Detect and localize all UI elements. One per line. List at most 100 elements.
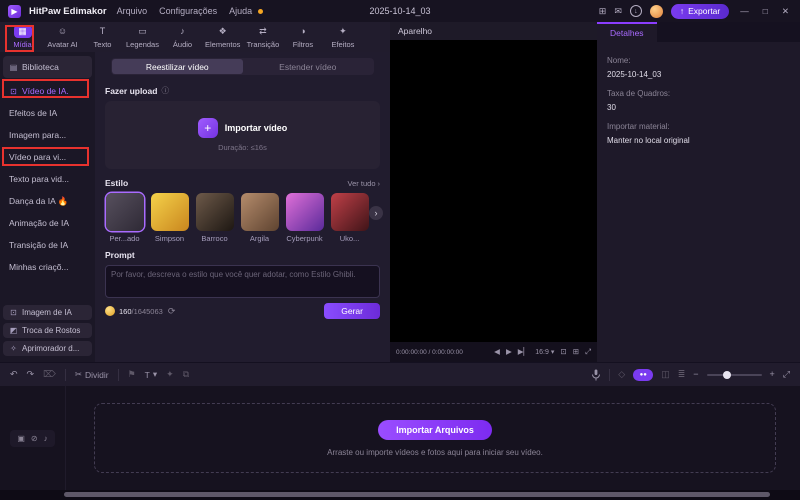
split-button[interactable]: ✂ Dividir (75, 369, 109, 380)
fit-timeline-icon[interactable]: ⤢ (783, 370, 790, 379)
tab-estender-video[interactable]: Estender vídeo (243, 59, 374, 74)
zoom-slider-knob[interactable] (723, 370, 732, 379)
import-files-button[interactable]: Importar Arquivos (378, 419, 492, 440)
timeline-dropzone[interactable]: Importar Arquivos Arraste ou importe víd… (94, 403, 776, 473)
mode-tabs: Reestilizar vídeo Estender vídeo (111, 58, 374, 75)
maximize-button[interactable]: □ (760, 6, 771, 16)
zoom-out-icon[interactable]: − (693, 370, 698, 379)
style-thumbnail (285, 193, 324, 231)
scrollbar-thumb[interactable] (64, 492, 770, 497)
style-thumbnail (330, 193, 369, 231)
feedback-icon[interactable]: ✉ (614, 6, 622, 16)
track-audio-icon[interactable]: ♪ (44, 434, 48, 443)
chevron-down-icon: ▾ (550, 349, 555, 356)
close-button[interactable]: ✕ (779, 6, 792, 17)
layout-grid-icon[interactable]: ⊞ (599, 6, 607, 16)
audio-view-toggle[interactable]: ●● (633, 368, 654, 381)
text-icon: T (99, 26, 106, 36)
tab-detalhes[interactable]: Detalhes (597, 22, 657, 42)
tab-efeitos[interactable]: ✦ Efeitos (323, 23, 362, 51)
tab-transicao[interactable]: ⇄ Transição (243, 23, 282, 51)
tab-audio[interactable]: ♪ Áudio (163, 23, 202, 51)
timeline-zoom-slider[interactable] (706, 370, 762, 379)
ai-video-icon: ⊡ (10, 86, 17, 96)
import-video-plus-icon[interactable]: + (197, 118, 218, 138)
sidebar-item-video-de-ia[interactable]: ⊡ Vídeo de IA. (3, 80, 92, 102)
details-panel: Detalhes Nome: 2025-10-14_03 Taxa de Qua… (597, 22, 800, 362)
minimize-button[interactable]: — (737, 6, 752, 16)
tab-reestilizar-video[interactable]: Reestilizar vídeo (112, 59, 243, 74)
menu-ajuda[interactable]: Ajuda (227, 6, 254, 16)
previous-frame-icon[interactable]: ◀ (494, 348, 500, 356)
track-mute-icon[interactable]: ⊘ (31, 434, 38, 443)
marker-icon[interactable]: ⚑ (128, 370, 136, 379)
delete-icon[interactable]: ⌦ (43, 370, 56, 379)
next-frame-icon[interactable]: ▶▏ (518, 348, 530, 356)
microphone-icon[interactable] (591, 369, 601, 381)
track-record-icon[interactable]: ▣ (17, 434, 25, 443)
track-header-column: ▣ ⊘ ♪ (0, 386, 66, 490)
text-tool-button[interactable]: T ▾ (145, 369, 157, 380)
tab-avatar-ai[interactable]: ☺ Avatar AI (43, 23, 82, 51)
zoom-in-icon[interactable]: + (770, 370, 775, 379)
chevron-right-icon: › (377, 178, 381, 188)
info-icon[interactable]: ⓘ (161, 85, 169, 96)
user-avatar[interactable] (649, 4, 663, 18)
style-item-argila[interactable]: Argila (240, 193, 279, 243)
style-item-simpson[interactable]: Simpson (150, 193, 189, 243)
sidebar-item-minhas-criacoes[interactable]: Minhas criaçõ... (3, 256, 92, 278)
chevron-down-icon: ▾ (152, 369, 158, 379)
tab-legendas[interactable]: ▭ Legendas (123, 23, 162, 51)
crop-tool-icon[interactable]: ⧉ (183, 370, 189, 379)
aspect-ratio-select[interactable]: 16:9 ▾ (535, 348, 555, 357)
audio-icon: ♪ (180, 26, 185, 36)
sidebar-item-animacao-de-ia[interactable]: Animação de IA (3, 212, 92, 234)
download-icon[interactable]: ↓ (629, 5, 642, 17)
menu-configuracoes[interactable]: Configurações (157, 6, 219, 16)
see-all-link[interactable]: Ver tudo › (348, 179, 380, 188)
sidebar-item-texto-para-video[interactable]: Texto para vid... (3, 168, 92, 190)
style-item-personalizado[interactable]: Per...ado (105, 193, 144, 243)
play-icon[interactable]: ▶ (506, 348, 512, 356)
sidebar-item-danca-da-ia[interactable]: Dança da IA 🔥 (3, 190, 92, 212)
generate-button[interactable]: Gerar (324, 303, 380, 319)
snapshot-icon[interactable]: ⊡ (560, 348, 566, 356)
tab-elementos[interactable]: ❖ Elementos (203, 23, 242, 51)
style-item-ukiyo[interactable]: Uko... (330, 193, 369, 243)
import-video-label: Importar vídeo (224, 123, 288, 133)
export-button[interactable]: ↑ Exportar (670, 3, 730, 19)
prompt-input[interactable] (105, 265, 380, 298)
style-gallery: Per...ado Simpson Barroco Argila Cyberpu… (105, 193, 383, 243)
menu-arquivo[interactable]: Arquivo (115, 6, 150, 16)
sidebar-item-imagem-para[interactable]: Imagem para... (3, 124, 92, 146)
app-logo-icon: ▶ (8, 4, 21, 18)
timeline: ▣ ⊘ ♪ Importar Arquivos Arraste ou impor… (0, 386, 800, 490)
sidebar-item-video-para-video[interactable]: Vídeo para vi... (3, 146, 92, 168)
coin-icon (105, 306, 115, 316)
track-view-toggle-icon[interactable]: ◫ (661, 370, 670, 379)
style-item-barroco[interactable]: Barroco (195, 193, 234, 243)
tab-filtros[interactable]: ◑ Filtros (283, 23, 322, 51)
style-item-cyberpunk[interactable]: Cyberpunk (285, 193, 324, 243)
sidebar-item-aprimorador[interactable]: ✧ Aprimorador d... (3, 341, 92, 356)
sidebar-item-troca-de-rostos[interactable]: ◩ Troca de Rostos (3, 323, 92, 338)
sidebar-item-transicao-de-ia[interactable]: Transição de IA (3, 234, 92, 256)
grid-overlay-icon[interactable]: ⊞ (573, 348, 579, 356)
undo-icon[interactable]: ↶ (10, 370, 18, 379)
redo-icon[interactable]: ↷ (27, 370, 35, 379)
fullscreen-icon[interactable]: ⤢ (585, 348, 591, 356)
magic-tool-icon[interactable]: ✦ (166, 370, 174, 379)
style-next-button[interactable]: › (369, 206, 383, 220)
sidebar-item-efeitos-de-ia[interactable]: Efeitos de IA (3, 102, 92, 124)
field-value-importar-material: Manter no local original (607, 136, 690, 145)
sidebar-item-imagem-de-ia[interactable]: ⊡ Imagem de IA (3, 305, 92, 320)
keyframe-toggle-icon[interactable]: ◇ (618, 370, 625, 379)
sidebar-item-biblioteca[interactable]: ▤ Biblioteca (3, 56, 92, 78)
video-viewport[interactable] (390, 40, 597, 342)
list-view-toggle-icon[interactable]: ≣ (678, 370, 686, 379)
refresh-icon[interactable]: ⟳ (168, 306, 176, 317)
captions-icon: ▭ (138, 26, 147, 36)
upload-dropzone[interactable]: + Importar vídeo Duração: ≤16s (105, 101, 380, 169)
tab-texto[interactable]: T Texto (83, 23, 122, 51)
tab-midia[interactable]: ▦ Mídia (3, 23, 42, 51)
